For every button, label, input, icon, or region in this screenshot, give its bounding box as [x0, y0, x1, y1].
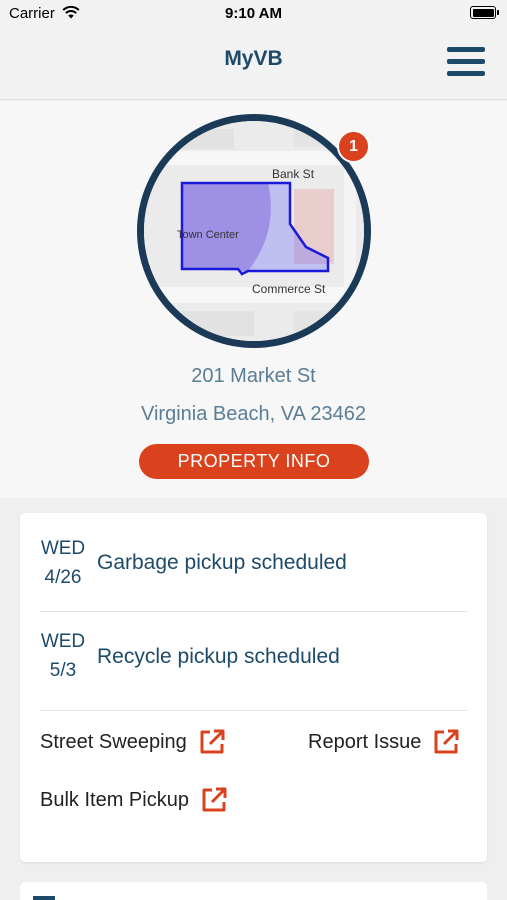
- schedule-label: Garbage pickup scheduled: [97, 551, 347, 574]
- external-link-icon: [200, 729, 225, 754]
- bulk-item-pickup-label: Bulk Item Pickup: [40, 788, 189, 811]
- page-title: MyVB: [224, 47, 283, 70]
- schedule-date-value: 5/3: [49, 660, 77, 681]
- notification-badge: 1: [337, 130, 370, 163]
- battery-icon: [470, 6, 499, 19]
- schedule-row-recycle[interactable]: WED 5/3 Recycle pickup scheduled: [20, 612, 487, 710]
- map-area-label: Town Center: [177, 229, 239, 241]
- schedule-label: Recycle pickup scheduled: [97, 645, 340, 668]
- schedule-day: WED: [40, 538, 86, 559]
- schedule-row-garbage[interactable]: WED 4/26 Garbage pickup scheduled: [20, 513, 487, 611]
- street-sweeping-link[interactable]: Street Sweeping: [40, 727, 227, 757]
- schedule-date: WED 4/26: [34, 534, 92, 592]
- next-card: [20, 882, 487, 900]
- property-section: Bank St Town Center Commerce St 1 201 Ma…: [0, 101, 507, 498]
- card-icon: [33, 896, 55, 900]
- schedule-day: WED: [40, 631, 86, 652]
- street-sweeping-label: Street Sweeping: [40, 730, 187, 753]
- map-graphic: Bank St Town Center Commerce St: [144, 121, 364, 341]
- schedule-date-value: 4/26: [44, 567, 82, 588]
- divider: [40, 710, 467, 711]
- report-issue-label: Report Issue: [308, 730, 422, 753]
- external-link-icon: [202, 787, 227, 812]
- hamburger-menu-icon[interactable]: [447, 45, 485, 79]
- nav-bar: MyVB: [0, 30, 507, 100]
- bulk-item-pickup-link[interactable]: Bulk Item Pickup: [40, 785, 229, 815]
- status-time: 9:10 AM: [225, 5, 282, 22]
- map-street-top: Bank St: [272, 167, 315, 181]
- property-map[interactable]: Bank St Town Center Commerce St: [137, 114, 371, 348]
- report-issue-link[interactable]: Report Issue: [308, 727, 461, 757]
- schedule-date: WED 5/3: [34, 627, 92, 685]
- services-card: WED 4/26 Garbage pickup scheduled WED 5/…: [20, 513, 487, 862]
- external-link-icon: [434, 729, 459, 754]
- address-line-2: Virginia Beach, VA 23462: [141, 403, 366, 425]
- address-line-1: 201 Market St: [191, 365, 316, 387]
- property-info-button[interactable]: PROPERTY INFO: [139, 444, 369, 479]
- map-street-bottom: Commerce St: [252, 282, 326, 296]
- status-bar: Carrier 9:10 AM: [0, 0, 507, 30]
